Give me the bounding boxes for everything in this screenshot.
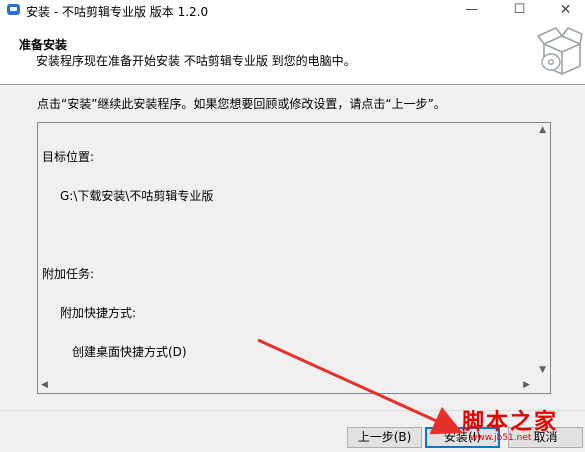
scroll-right-icon[interactable]: ▶ bbox=[523, 380, 530, 390]
memo-line: 附加任务: bbox=[42, 267, 95, 281]
memo-line: 创建桌面快捷方式(D) bbox=[72, 345, 187, 359]
watermark-url: www.jb51.net bbox=[470, 433, 532, 443]
memo-line: 附加快捷方式: bbox=[60, 306, 137, 320]
instruction-text: 点击“安装”继续此安装程序。如果您想要回顾或修改设置，请点击“上一步”。 bbox=[37, 97, 446, 111]
watermark-logo: 脚本之家 bbox=[462, 409, 559, 435]
page-description: 安装程序现在准备开始安装 不咕剪辑专业版 到您的电脑中。 bbox=[36, 54, 356, 68]
wizard-body: 点击“安装”继续此安装程序。如果您想要回顾或修改设置，请点击“上一步”。 目标位… bbox=[0, 85, 585, 410]
close-button[interactable]: ✕ bbox=[543, 0, 585, 22]
memo-text: 目标位置: G:\下载安装\不咕剪辑专业版 附加任务: 附加快捷方式: 创建桌面… bbox=[42, 125, 213, 385]
vertical-scrollbar[interactable]: ▲ ▼ bbox=[534, 123, 550, 377]
memo-line: 目标位置: bbox=[42, 150, 95, 164]
window-title: 安装 - 不咕剪辑专业版 版本 1.2.0 bbox=[26, 5, 209, 19]
back-button[interactable]: 上一步(B) bbox=[347, 427, 422, 448]
ready-memo[interactable]: 目标位置: G:\下载安装\不咕剪辑专业版 附加任务: 附加快捷方式: 创建桌面… bbox=[37, 122, 551, 394]
title-bar: 安装 - 不咕剪辑专业版 版本 1.2.0 — ☐ ✕ bbox=[0, 0, 585, 22]
wizard-header: 准备安装 安装程序现在准备开始安装 不咕剪辑专业版 到您的电脑中。 bbox=[0, 22, 585, 85]
install-box-cd-icon bbox=[537, 27, 583, 75]
maximize-button[interactable]: ☐ bbox=[497, 0, 542, 22]
page-title: 准备安装 bbox=[19, 38, 68, 52]
scroll-up-icon[interactable]: ▲ bbox=[539, 125, 546, 135]
horizontal-scrollbar[interactable]: ◀ ▶ bbox=[38, 377, 534, 393]
memo-line bbox=[42, 229, 213, 242]
scroll-left-icon[interactable]: ◀ bbox=[41, 380, 48, 390]
minimize-button[interactable]: — bbox=[449, 0, 494, 22]
app-icon bbox=[7, 4, 20, 15]
memo-line: G:\下载安装\不咕剪辑专业版 bbox=[60, 189, 214, 203]
scroll-corner bbox=[534, 377, 550, 393]
scroll-down-icon[interactable]: ▼ bbox=[539, 365, 546, 375]
